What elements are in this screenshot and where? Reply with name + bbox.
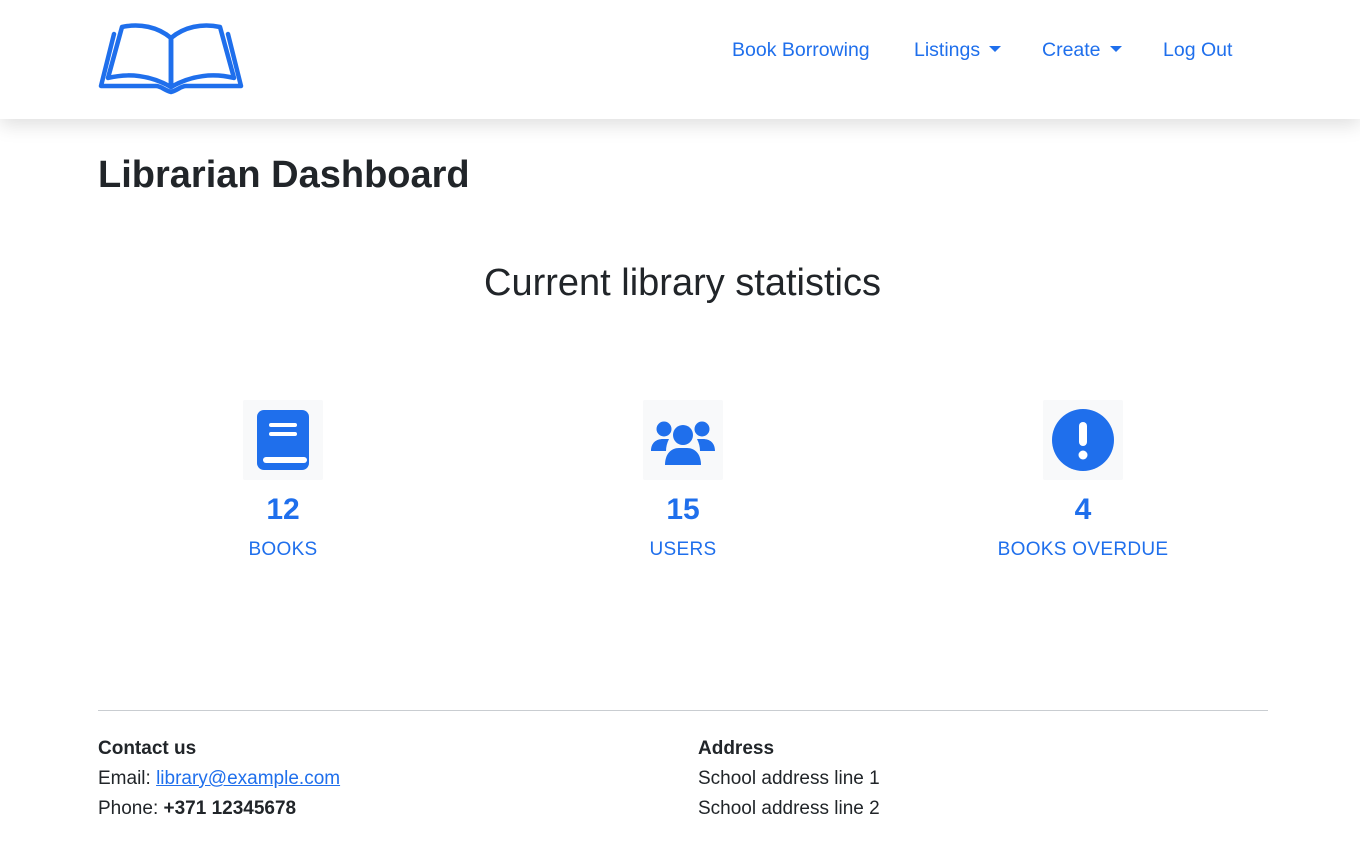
stat-overdue-icon-box xyxy=(1043,400,1123,480)
footer-phone-line: Phone: +371 12345678 xyxy=(98,794,340,824)
nav-log-out-label: Log Out xyxy=(1163,39,1233,61)
footer-email-line: Email: library@example.com xyxy=(98,764,340,794)
stat-users-icon-box xyxy=(643,400,723,480)
main-navigation: Book Borrowing Listings Create Log Out xyxy=(0,36,1360,64)
navbar: Book Borrowing Listings Create Log Out xyxy=(0,0,1360,119)
footer-phone-number: +371 12345678 xyxy=(163,798,297,819)
nav-book-borrowing-label: Book Borrowing xyxy=(732,39,870,61)
stat-books-label: BOOKS xyxy=(248,539,318,560)
footer-divider xyxy=(98,710,1268,711)
footer-contact-heading: Contact us xyxy=(98,738,197,759)
nav-book-borrowing[interactable]: Book Borrowing xyxy=(732,36,870,64)
nav-create-label: Create xyxy=(1042,39,1101,61)
footer-contact: Contact us Email: library@example.com Ph… xyxy=(98,734,340,824)
caret-down-icon xyxy=(1109,46,1122,52)
stat-books-value: 12 xyxy=(266,493,300,526)
footer-address-line-1: School address line 1 xyxy=(698,768,880,789)
stat-users: 15 USERS xyxy=(533,400,833,563)
footer-email-label: Email: xyxy=(98,768,151,789)
stat-books: 12 BOOKS xyxy=(133,400,433,563)
page-title: Librarian Dashboard xyxy=(98,154,470,196)
nav-create-dropdown[interactable]: Create xyxy=(1042,36,1122,64)
footer-address: Address School address line 1 School add… xyxy=(698,734,880,824)
footer-address-heading: Address xyxy=(698,738,775,759)
statistics-heading: Current library statistics xyxy=(484,262,881,304)
users-icon xyxy=(651,421,715,465)
nav-log-out[interactable]: Log Out xyxy=(1163,36,1232,64)
exclamation-circle-icon xyxy=(1052,409,1114,471)
stat-users-label: USERS xyxy=(649,539,717,560)
stat-overdue-value: 4 xyxy=(1074,493,1092,526)
stat-books-overdue: 4 BOOKS OVERDUE xyxy=(933,400,1233,563)
nav-listings-label: Listings xyxy=(914,39,981,61)
footer-phone-label: Phone: xyxy=(98,798,159,819)
footer-email-link[interactable]: library@example.com xyxy=(156,768,340,789)
footer-address-line-2: School address line 2 xyxy=(698,798,880,819)
book-icon xyxy=(257,410,309,470)
stat-overdue-label: BOOKS OVERDUE xyxy=(997,539,1169,560)
caret-down-icon xyxy=(989,46,1002,52)
stat-users-value: 15 xyxy=(666,493,700,526)
nav-listings-dropdown[interactable]: Listings xyxy=(914,36,1002,64)
stat-books-icon-box xyxy=(243,400,323,480)
